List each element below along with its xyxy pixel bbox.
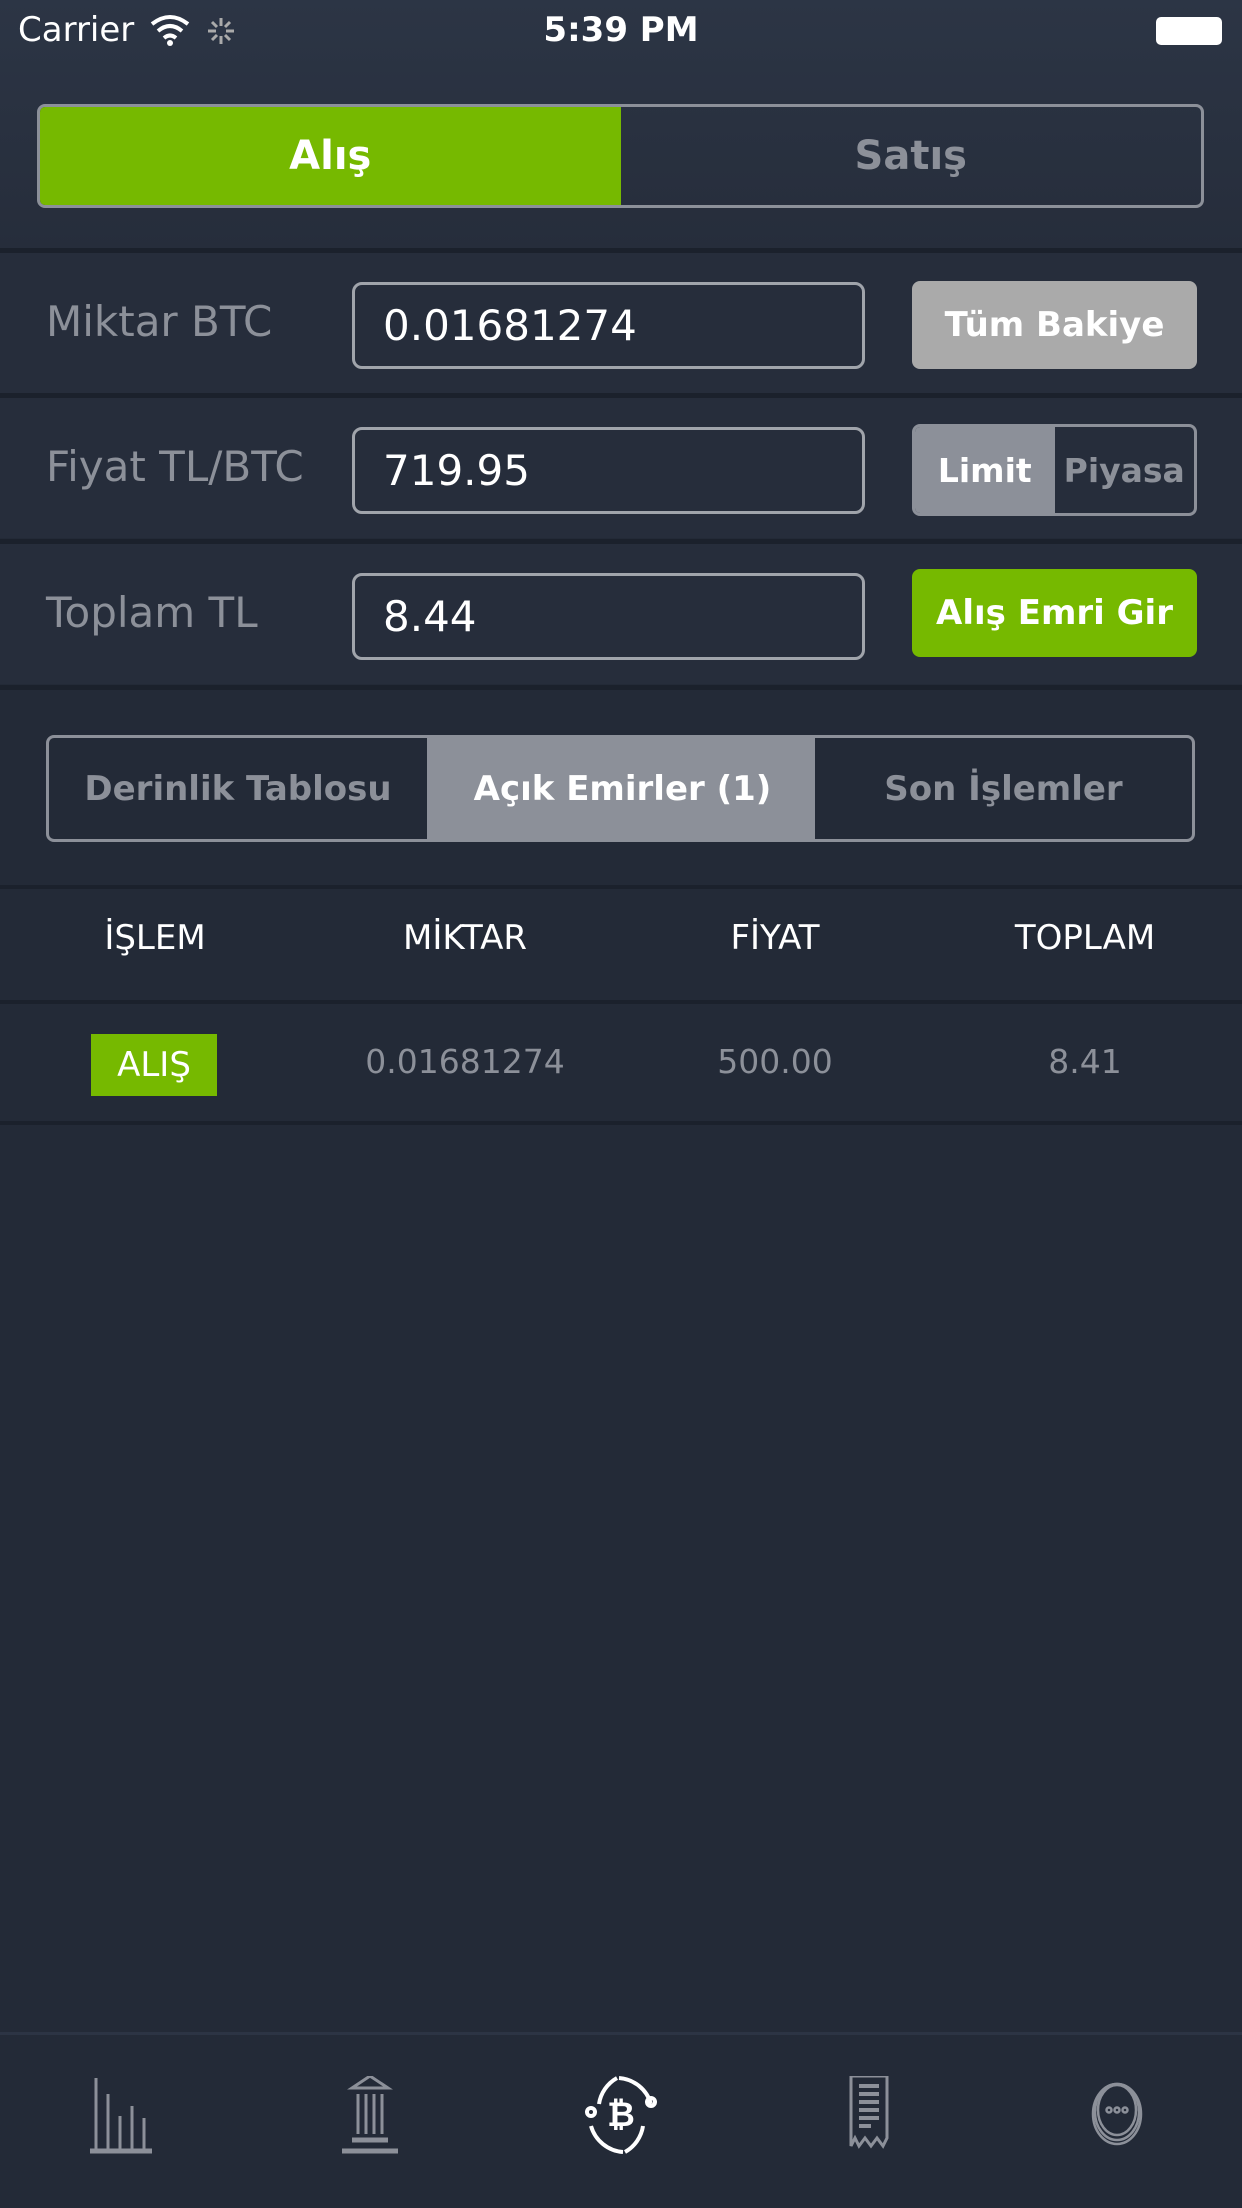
amount-label: Miktar BTC bbox=[46, 297, 273, 346]
battery-icon bbox=[1156, 17, 1222, 45]
divider bbox=[0, 685, 1242, 690]
sell-toggle[interactable]: Satış bbox=[621, 107, 1202, 205]
tab-open-orders[interactable]: Açık Emirler (1) bbox=[430, 738, 815, 839]
bank-icon[interactable] bbox=[330, 2076, 410, 2156]
amount-row: Miktar BTC 0.01681274 Tüm Bakiye bbox=[0, 253, 1242, 393]
order-total: 8.41 bbox=[1048, 1042, 1122, 1081]
amount-input[interactable]: 0.01681274 bbox=[352, 282, 865, 369]
price-label: Fiyat TL/BTC bbox=[46, 442, 304, 491]
bitcoin-exchange-icon[interactable]: ₿ bbox=[581, 2076, 661, 2156]
buy-sell-toggle: Alış Satış bbox=[37, 104, 1204, 208]
orders-tabs: Derinlik Tablosu Açık Emirler (1) Son İş… bbox=[46, 735, 1195, 842]
order-amount: 0.01681274 bbox=[365, 1042, 565, 1081]
receipt-icon[interactable] bbox=[829, 2076, 909, 2156]
price-input[interactable]: 719.95 bbox=[352, 427, 865, 514]
svg-text:₿: ₿ bbox=[607, 2095, 635, 2135]
status-bar: Carrier 5:39 PM bbox=[0, 0, 1242, 62]
order-type-badge: ALIŞ bbox=[91, 1034, 217, 1096]
column-header-price: FİYAT bbox=[730, 918, 820, 958]
market-toggle[interactable]: Piyasa bbox=[1055, 427, 1195, 513]
clock: 5:39 PM bbox=[543, 10, 699, 50]
column-header-total: TOPLAM bbox=[1014, 918, 1156, 958]
order-price: 500.00 bbox=[717, 1042, 833, 1081]
limit-toggle[interactable]: Limit bbox=[915, 427, 1055, 513]
price-row: Fiyat TL/BTC 719.95 Limit Piyasa bbox=[0, 398, 1242, 538]
total-label: Toplam TL bbox=[46, 588, 258, 637]
full-balance-button[interactable]: Tüm Bakiye bbox=[912, 281, 1197, 369]
tab-depth-table[interactable]: Derinlik Tablosu bbox=[49, 738, 430, 839]
column-header-type: İŞLEM bbox=[104, 918, 206, 958]
order-type-toggle: Limit Piyasa bbox=[912, 424, 1197, 516]
tab-recent-trades[interactable]: Son İşlemler bbox=[815, 738, 1192, 839]
place-buy-order-button[interactable]: Alış Emri Gir bbox=[912, 569, 1197, 657]
total-input[interactable]: 8.44 bbox=[352, 573, 865, 660]
divider bbox=[0, 1121, 1242, 1125]
more-icon[interactable] bbox=[1077, 2076, 1157, 2156]
column-header-amount: MİKTAR bbox=[402, 918, 528, 958]
chart-icon[interactable] bbox=[84, 2076, 164, 2156]
buy-toggle[interactable]: Alış bbox=[40, 107, 621, 205]
divider bbox=[0, 885, 1242, 889]
total-row: Toplam TL 8.44 Alış Emri Gir bbox=[0, 544, 1242, 684]
